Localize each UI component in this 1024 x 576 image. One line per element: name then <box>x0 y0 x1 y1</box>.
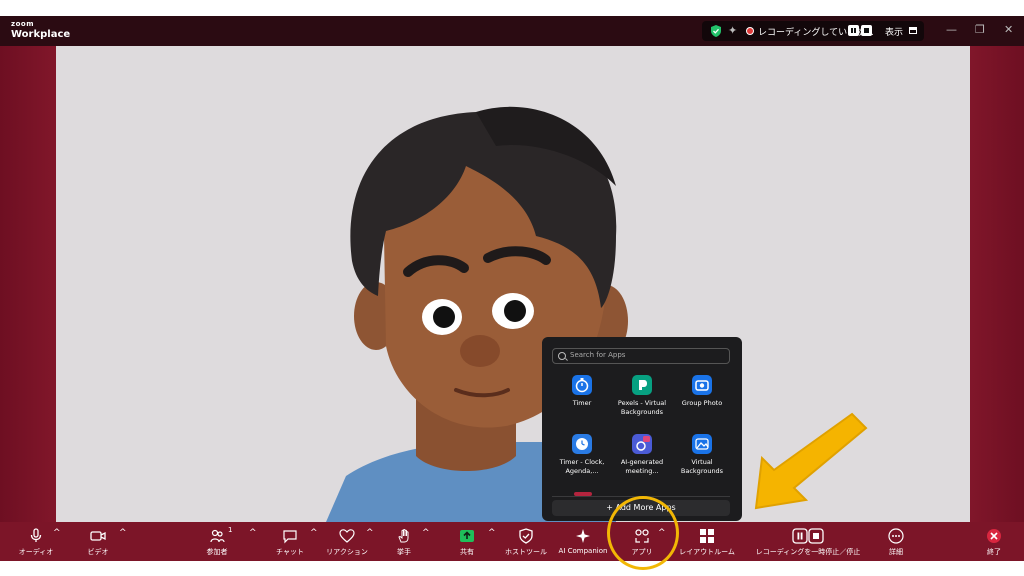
meeting-window: zoom Workplace ✦ レコーディングしています... 表示 — ❐ … <box>0 16 1024 561</box>
details-button[interactable]: 詳細 <box>878 522 914 561</box>
app-label: AI-generated meeting... <box>620 458 664 475</box>
recording-status-pill: ✦ レコーディングしています... 表示 <box>702 21 924 41</box>
app-tile-group-photo[interactable]: Group Photo <box>670 375 734 408</box>
reactions-button[interactable]: リアクション <box>325 522 369 561</box>
camera-icon <box>692 375 712 395</box>
end-meeting-button[interactable]: 終了 <box>976 522 1012 561</box>
landscape-icon <box>692 434 712 454</box>
reactions-label: リアクション <box>326 548 368 556</box>
app-tile-timer-clock-agenda[interactable]: Timer - Clock, Agenda,... <box>550 434 614 476</box>
share-button[interactable]: 共有 <box>449 522 485 561</box>
highlight-circle-annotation <box>607 496 679 570</box>
meeting-toolbar: オーディオ ^ ビデオ ^ 1 参加者 ^ チャット ^ リアクション ^ 挙手… <box>0 522 1024 561</box>
ai-meeting-icon <box>632 434 652 454</box>
apps-panel: Search for Apps Timer Pexels - Virtual B… <box>542 337 742 521</box>
encryption-shield-icon[interactable] <box>710 25 722 37</box>
layout-room-label: レイアウトルーム <box>679 548 735 556</box>
layout-room-button[interactable]: レイアウトルーム <box>679 522 735 561</box>
share-screen-icon <box>460 530 474 542</box>
layout-grid-icon <box>700 529 714 543</box>
app-tile-virtual-backgrounds[interactable]: Virtual Backgrounds <box>670 434 734 476</box>
raise-hand-button[interactable]: 挙手 <box>386 522 422 561</box>
video-label: ビデオ <box>87 548 109 556</box>
share-label: 共有 <box>460 548 474 556</box>
recording-pause-stop-button[interactable]: レコーディングを一時停止／停止 <box>756 522 860 561</box>
video-camera-icon <box>90 531 106 541</box>
search-placeholder: Search for Apps <box>570 351 626 359</box>
audio-button[interactable]: オーディオ <box>18 522 54 561</box>
participants-options-caret[interactable]: ^ <box>249 528 257 538</box>
apps-search-input[interactable]: Search for Apps <box>552 348 730 364</box>
raise-hand-options-caret[interactable]: ^ <box>422 528 430 538</box>
clock-icon <box>572 434 592 454</box>
title-bar: zoom Workplace ✦ レコーディングしています... 表示 — ❐ … <box>0 16 1024 46</box>
participants-button[interactable]: 1 参加者 <box>199 522 235 561</box>
audio-options-caret[interactable]: ^ <box>53 528 61 538</box>
share-options-caret[interactable]: ^ <box>488 528 496 538</box>
pexels-icon <box>632 375 652 395</box>
participants-count: 1 <box>228 526 233 534</box>
video-options-caret[interactable]: ^ <box>119 528 127 538</box>
chat-options-caret[interactable]: ^ <box>310 528 318 538</box>
host-tools-button[interactable]: ホストツール <box>505 522 547 561</box>
view-menu-button[interactable]: 表示 <box>885 25 903 38</box>
more-options-icon <box>888 528 904 544</box>
app-tile-timer[interactable]: Timer <box>550 375 614 408</box>
chat-bubble-icon <box>283 530 297 544</box>
app-label: Timer <box>572 399 592 407</box>
app-label: Group Photo <box>681 399 723 407</box>
view-layout-icon <box>909 27 917 34</box>
zoom-logo-small: zoom <box>11 20 34 28</box>
reactions-options-caret[interactable]: ^ <box>366 528 374 538</box>
ai-sparkle-icon[interactable]: ✦ <box>728 24 737 37</box>
host-tools-label: ホストツール <box>505 548 547 556</box>
participants-icon <box>210 529 225 543</box>
recording-pause-stop-label: レコーディングを一時停止／停止 <box>755 548 861 556</box>
close-window-button[interactable]: ✕ <box>1004 23 1013 36</box>
raise-hand-icon <box>398 528 409 543</box>
stop-recording-button[interactable] <box>861 25 872 36</box>
video-button[interactable]: ビデオ <box>80 522 116 561</box>
minimize-button[interactable]: — <box>946 23 957 36</box>
arrow-annotation-icon <box>754 412 868 510</box>
search-icon <box>558 352 566 360</box>
heart-icon <box>339 529 355 543</box>
ai-companion-sparkle-icon <box>576 529 590 543</box>
end-meeting-icon <box>987 529 1001 543</box>
app-label: Pexels - Virtual Backgrounds <box>617 399 667 416</box>
ai-companion-label: AI Companion <box>558 547 608 555</box>
stopwatch-icon <box>572 375 592 395</box>
app-label: Virtual Backgrounds <box>680 458 724 475</box>
chat-label: チャット <box>276 548 304 556</box>
chat-button[interactable]: チャット <box>272 522 308 561</box>
workplace-logo: Workplace <box>11 29 71 40</box>
audio-label: オーディオ <box>18 548 54 556</box>
app-tile-pexels[interactable]: Pexels - Virtual Backgrounds <box>610 375 674 417</box>
ai-companion-button[interactable]: AI Companion <box>558 522 608 561</box>
recording-dot-icon <box>747 28 753 34</box>
restore-button[interactable]: ❐ <box>975 23 985 36</box>
app-label: Timer - Clock, Agenda,... <box>559 458 605 475</box>
pause-stop-recording-icon <box>792 528 824 544</box>
participants-label: 参加者 <box>206 548 228 556</box>
host-shield-icon <box>519 528 533 544</box>
raise-hand-label: 挙手 <box>397 548 411 556</box>
end-label: 終了 <box>987 548 1001 556</box>
app-tile-ai-meeting[interactable]: AI-generated meeting... <box>610 434 674 476</box>
pause-recording-button[interactable] <box>848 25 859 36</box>
microphone-icon <box>30 528 42 542</box>
details-label: 詳細 <box>889 548 903 556</box>
